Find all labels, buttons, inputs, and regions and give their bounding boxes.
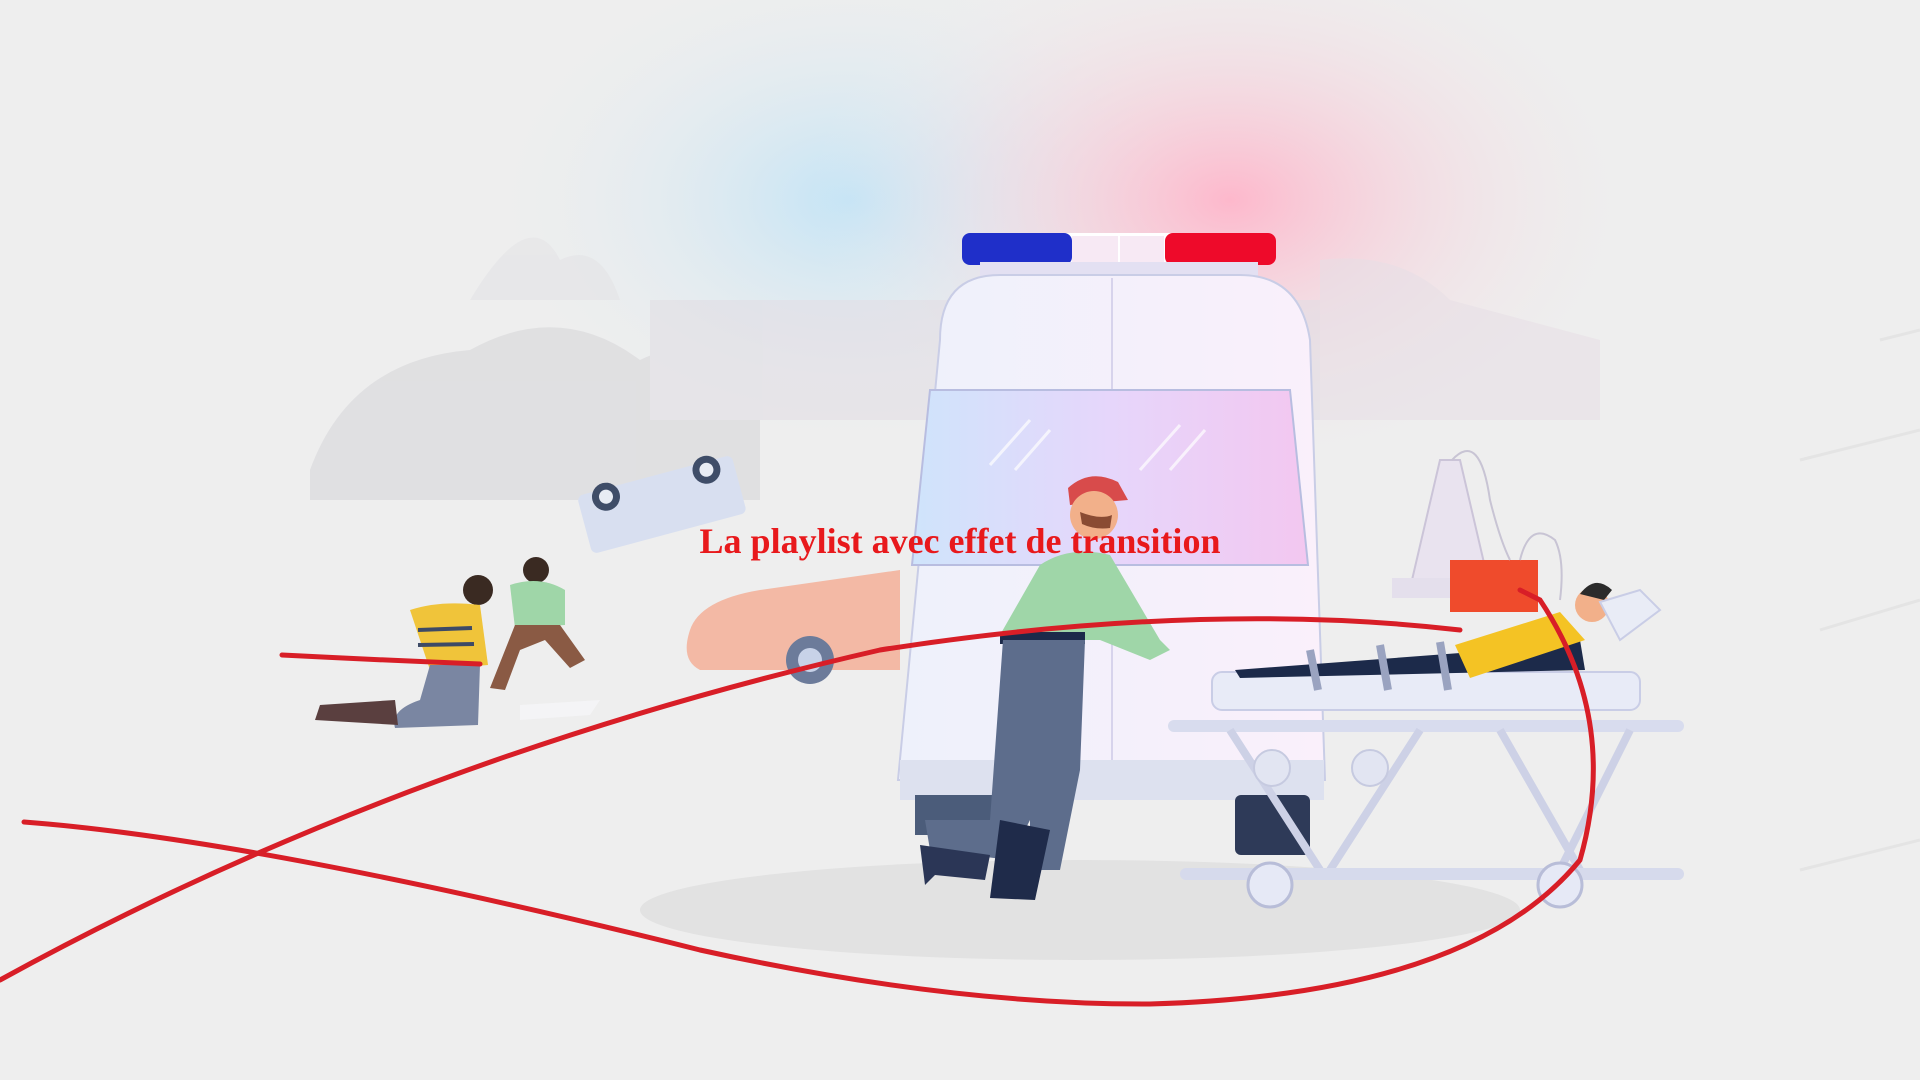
rescuers-kneeling: [315, 557, 600, 728]
video-caption: La playlist avec effet de transition: [699, 521, 1221, 561]
crashed-car: [578, 455, 900, 684]
siren-red-light: [1165, 233, 1276, 265]
siren-blue-light: [962, 233, 1072, 265]
